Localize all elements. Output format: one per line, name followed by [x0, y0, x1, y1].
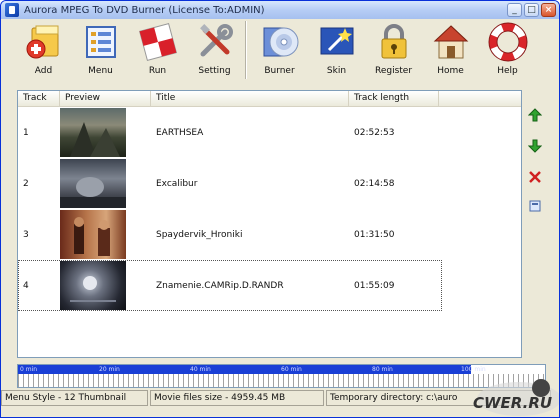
app-icon [5, 3, 19, 17]
menu-icon [81, 22, 121, 62]
track-title: Excalibur [156, 178, 198, 189]
status-files-size: Movie files size - 4959.45 MB [150, 390, 324, 406]
minimize-button[interactable]: _ [507, 3, 522, 17]
app-window: Aurora MPEG To DVD Burner (License To:AD… [0, 0, 560, 418]
column-header-preview[interactable]: Preview [60, 91, 151, 106]
run-flag-icon [138, 22, 178, 62]
track-length: 01:55:09 [354, 280, 395, 291]
svg-text:CWER.RU: CWER.RU [473, 394, 552, 412]
move-up-button[interactable] [527, 107, 543, 123]
track-list-header: Track Preview Title Track length [18, 91, 521, 107]
status-menu-style: Menu Style - 12 Thumbnail [1, 390, 148, 406]
add-label: Add [34, 66, 53, 76]
run-button[interactable]: Run [129, 19, 186, 81]
track-length: 01:31:50 [354, 229, 395, 240]
table-row[interactable]: 2 Excalibur 02:14:58 [18, 158, 521, 209]
track-number: 1 [23, 127, 29, 138]
capacity-fill-bar [18, 365, 472, 374]
menu-label: Menu [88, 66, 113, 76]
preview-thumbnail [60, 159, 126, 208]
table-row[interactable]: 4 Znamenie.CAMRip.D.RANDR 01:55:09 [18, 260, 442, 311]
preview-thumbnail [60, 261, 126, 310]
column-header-track-length[interactable]: Track length [349, 91, 439, 106]
add-icon [24, 22, 64, 62]
help-label: Help [497, 66, 518, 76]
properties-button[interactable] [527, 198, 543, 214]
run-label: Run [148, 66, 167, 76]
table-row[interactable]: 3 Spaydervik_Hroniki 01:31:50 [18, 209, 521, 260]
table-row[interactable]: 1 EARTHSEA 02:52:53 [18, 107, 521, 158]
track-number: 4 [23, 280, 29, 291]
track-title: EARTHSEA [156, 127, 204, 138]
timeline-label: 0 min [20, 366, 38, 373]
preview-thumbnail [60, 210, 126, 259]
lifebuoy-icon [488, 22, 528, 62]
column-header-track[interactable]: Track [18, 91, 60, 106]
move-up-arrow-icon [528, 108, 542, 122]
tools-icon [195, 22, 235, 62]
skin-button[interactable]: Skin [308, 19, 365, 81]
register-label: Register [374, 66, 413, 76]
burner-label: Burner [264, 66, 295, 76]
delete-button[interactable] [527, 169, 543, 185]
properties-icon [529, 200, 541, 212]
maximize-button[interactable]: □ [524, 3, 539, 17]
skin-label: Skin [326, 66, 347, 76]
track-length: 02:14:58 [354, 178, 395, 189]
track-title: Znamenie.CAMRip.D.RANDR [156, 280, 284, 291]
track-number: 3 [23, 229, 29, 240]
lock-icon [374, 22, 414, 62]
move-down-button[interactable] [527, 138, 543, 154]
window-title: Aurora MPEG To DVD Burner (License To:AD… [24, 4, 265, 16]
watermark-logo: CWER.RU [473, 379, 559, 416]
track-list[interactable]: Track Preview Title Track length 1 EARTH… [17, 90, 522, 358]
disc-icon [260, 22, 300, 62]
register-button[interactable]: Register [365, 19, 422, 81]
toolbar: Add Menu Run Setting Burner Skin Registe… [1, 19, 559, 85]
add-button[interactable]: Add [15, 19, 72, 81]
title-bar[interactable]: Aurora MPEG To DVD Burner (License To:AD… [1, 1, 559, 19]
skin-wand-icon [317, 22, 357, 62]
close-button[interactable]: × [541, 3, 556, 17]
track-title: Spaydervik_Hroniki [156, 229, 243, 240]
timeline-label: 80 min [372, 366, 393, 373]
timeline-label: 100 min [461, 366, 486, 373]
track-number: 2 [23, 178, 29, 189]
help-button[interactable]: Help [479, 19, 536, 81]
preview-thumbnail [60, 108, 126, 157]
menu-button[interactable]: Menu [72, 19, 129, 81]
move-down-arrow-icon [528, 139, 542, 153]
home-icon [431, 22, 471, 62]
column-header-title[interactable]: Title [151, 91, 349, 106]
timeline-label: 60 min [281, 366, 302, 373]
timeline-label: 20 min [99, 366, 120, 373]
setting-label: Setting [198, 66, 231, 76]
burner-button[interactable]: Burner [251, 19, 308, 81]
track-length: 02:52:53 [354, 127, 395, 138]
home-button[interactable]: Home [422, 19, 479, 81]
setting-button[interactable]: Setting [186, 19, 243, 81]
toolbar-separator [245, 21, 247, 79]
timeline-label: 40 min [190, 366, 211, 373]
home-label: Home [437, 66, 464, 76]
delete-x-icon [529, 171, 541, 183]
